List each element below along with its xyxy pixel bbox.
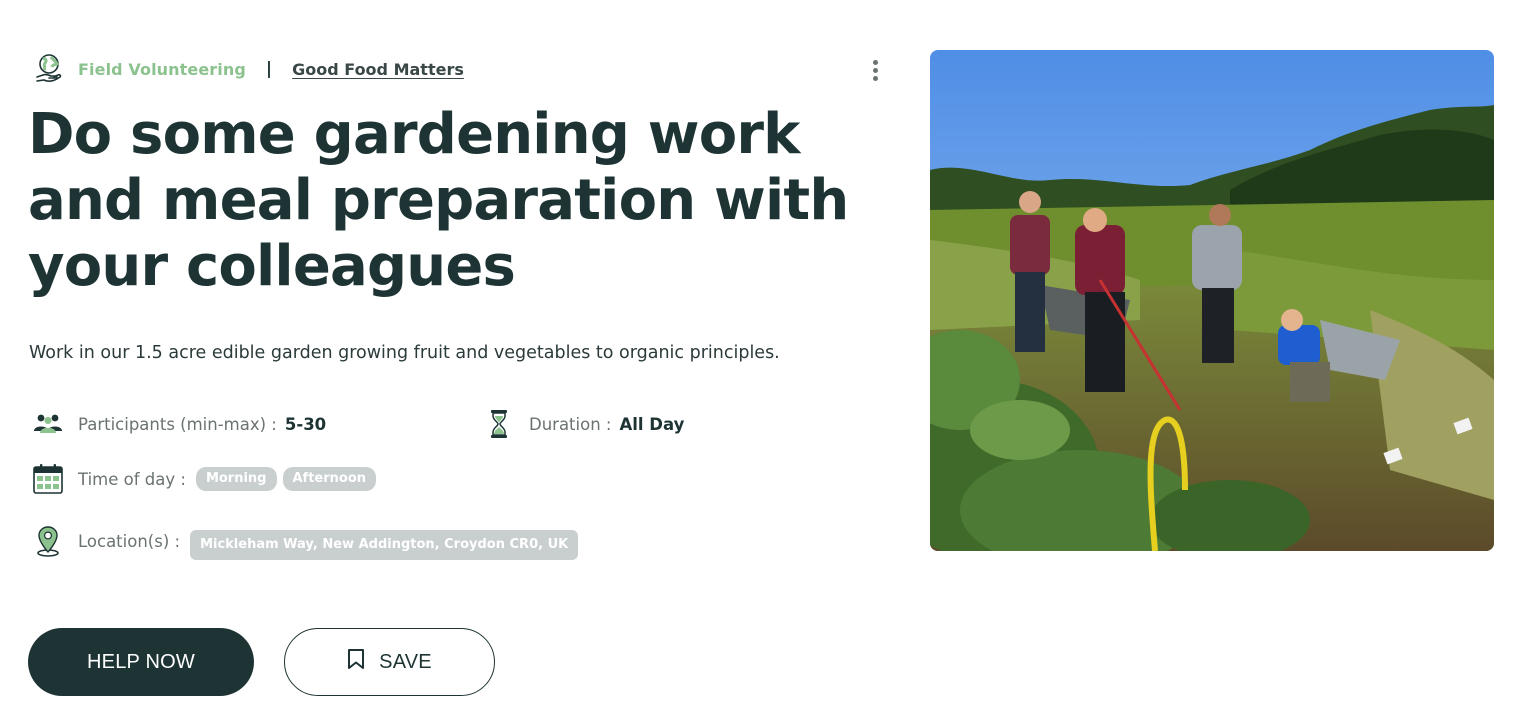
participants-detail: Participants (min-max) : 5-30 [32,408,326,440]
opportunity-description: Work in our 1.5 acre edible garden growi… [29,343,780,363]
page-title: Do some gardening work and meal preparat… [28,102,849,299]
participants-value: 5-30 [284,414,327,434]
help-now-button[interactable]: HELP NOW [28,628,254,696]
location-chip: Mickleham Way, New Addington, Croydon CR… [190,530,579,560]
hourglass-icon [483,408,515,440]
more-vertical-icon[interactable] [864,54,886,86]
location-detail: Location(s) : Mickleham Way, New Addingt… [32,522,579,560]
save-button[interactable]: SAVE [284,628,495,696]
people-group-icon [32,408,64,440]
category-label: Field Volunteering [78,59,246,79]
time-of-day-chips: Morning Afternoon [190,467,377,491]
save-label: SAVE [379,650,432,673]
duration-label: Duration : [529,414,612,434]
location-label: Location(s) : [78,531,181,551]
opportunity-meta: Field Volunteering | Good Food Matters [34,52,464,86]
time-chip-afternoon: Afternoon [282,467,377,491]
participants-label: Participants (min-max) : [78,414,277,434]
calendar-icon [32,463,64,495]
time-chip-morning: Morning [195,467,277,491]
opportunity-page: Field Volunteering | Good Food Matters D… [0,0,1536,723]
duration-value: All Day [619,414,685,434]
organization-link[interactable]: Good Food Matters [292,60,464,79]
time-of-day-label: Time of day : [78,469,186,489]
separator: | [265,59,273,79]
opportunity-photo [930,50,1494,551]
globe-hand-icon [34,53,64,85]
time-of-day-detail: Time of day : Morning Afternoon [32,463,377,495]
map-pin-icon [32,525,64,557]
bookmark-icon [347,648,365,676]
duration-detail: Duration : All Day [483,408,684,440]
